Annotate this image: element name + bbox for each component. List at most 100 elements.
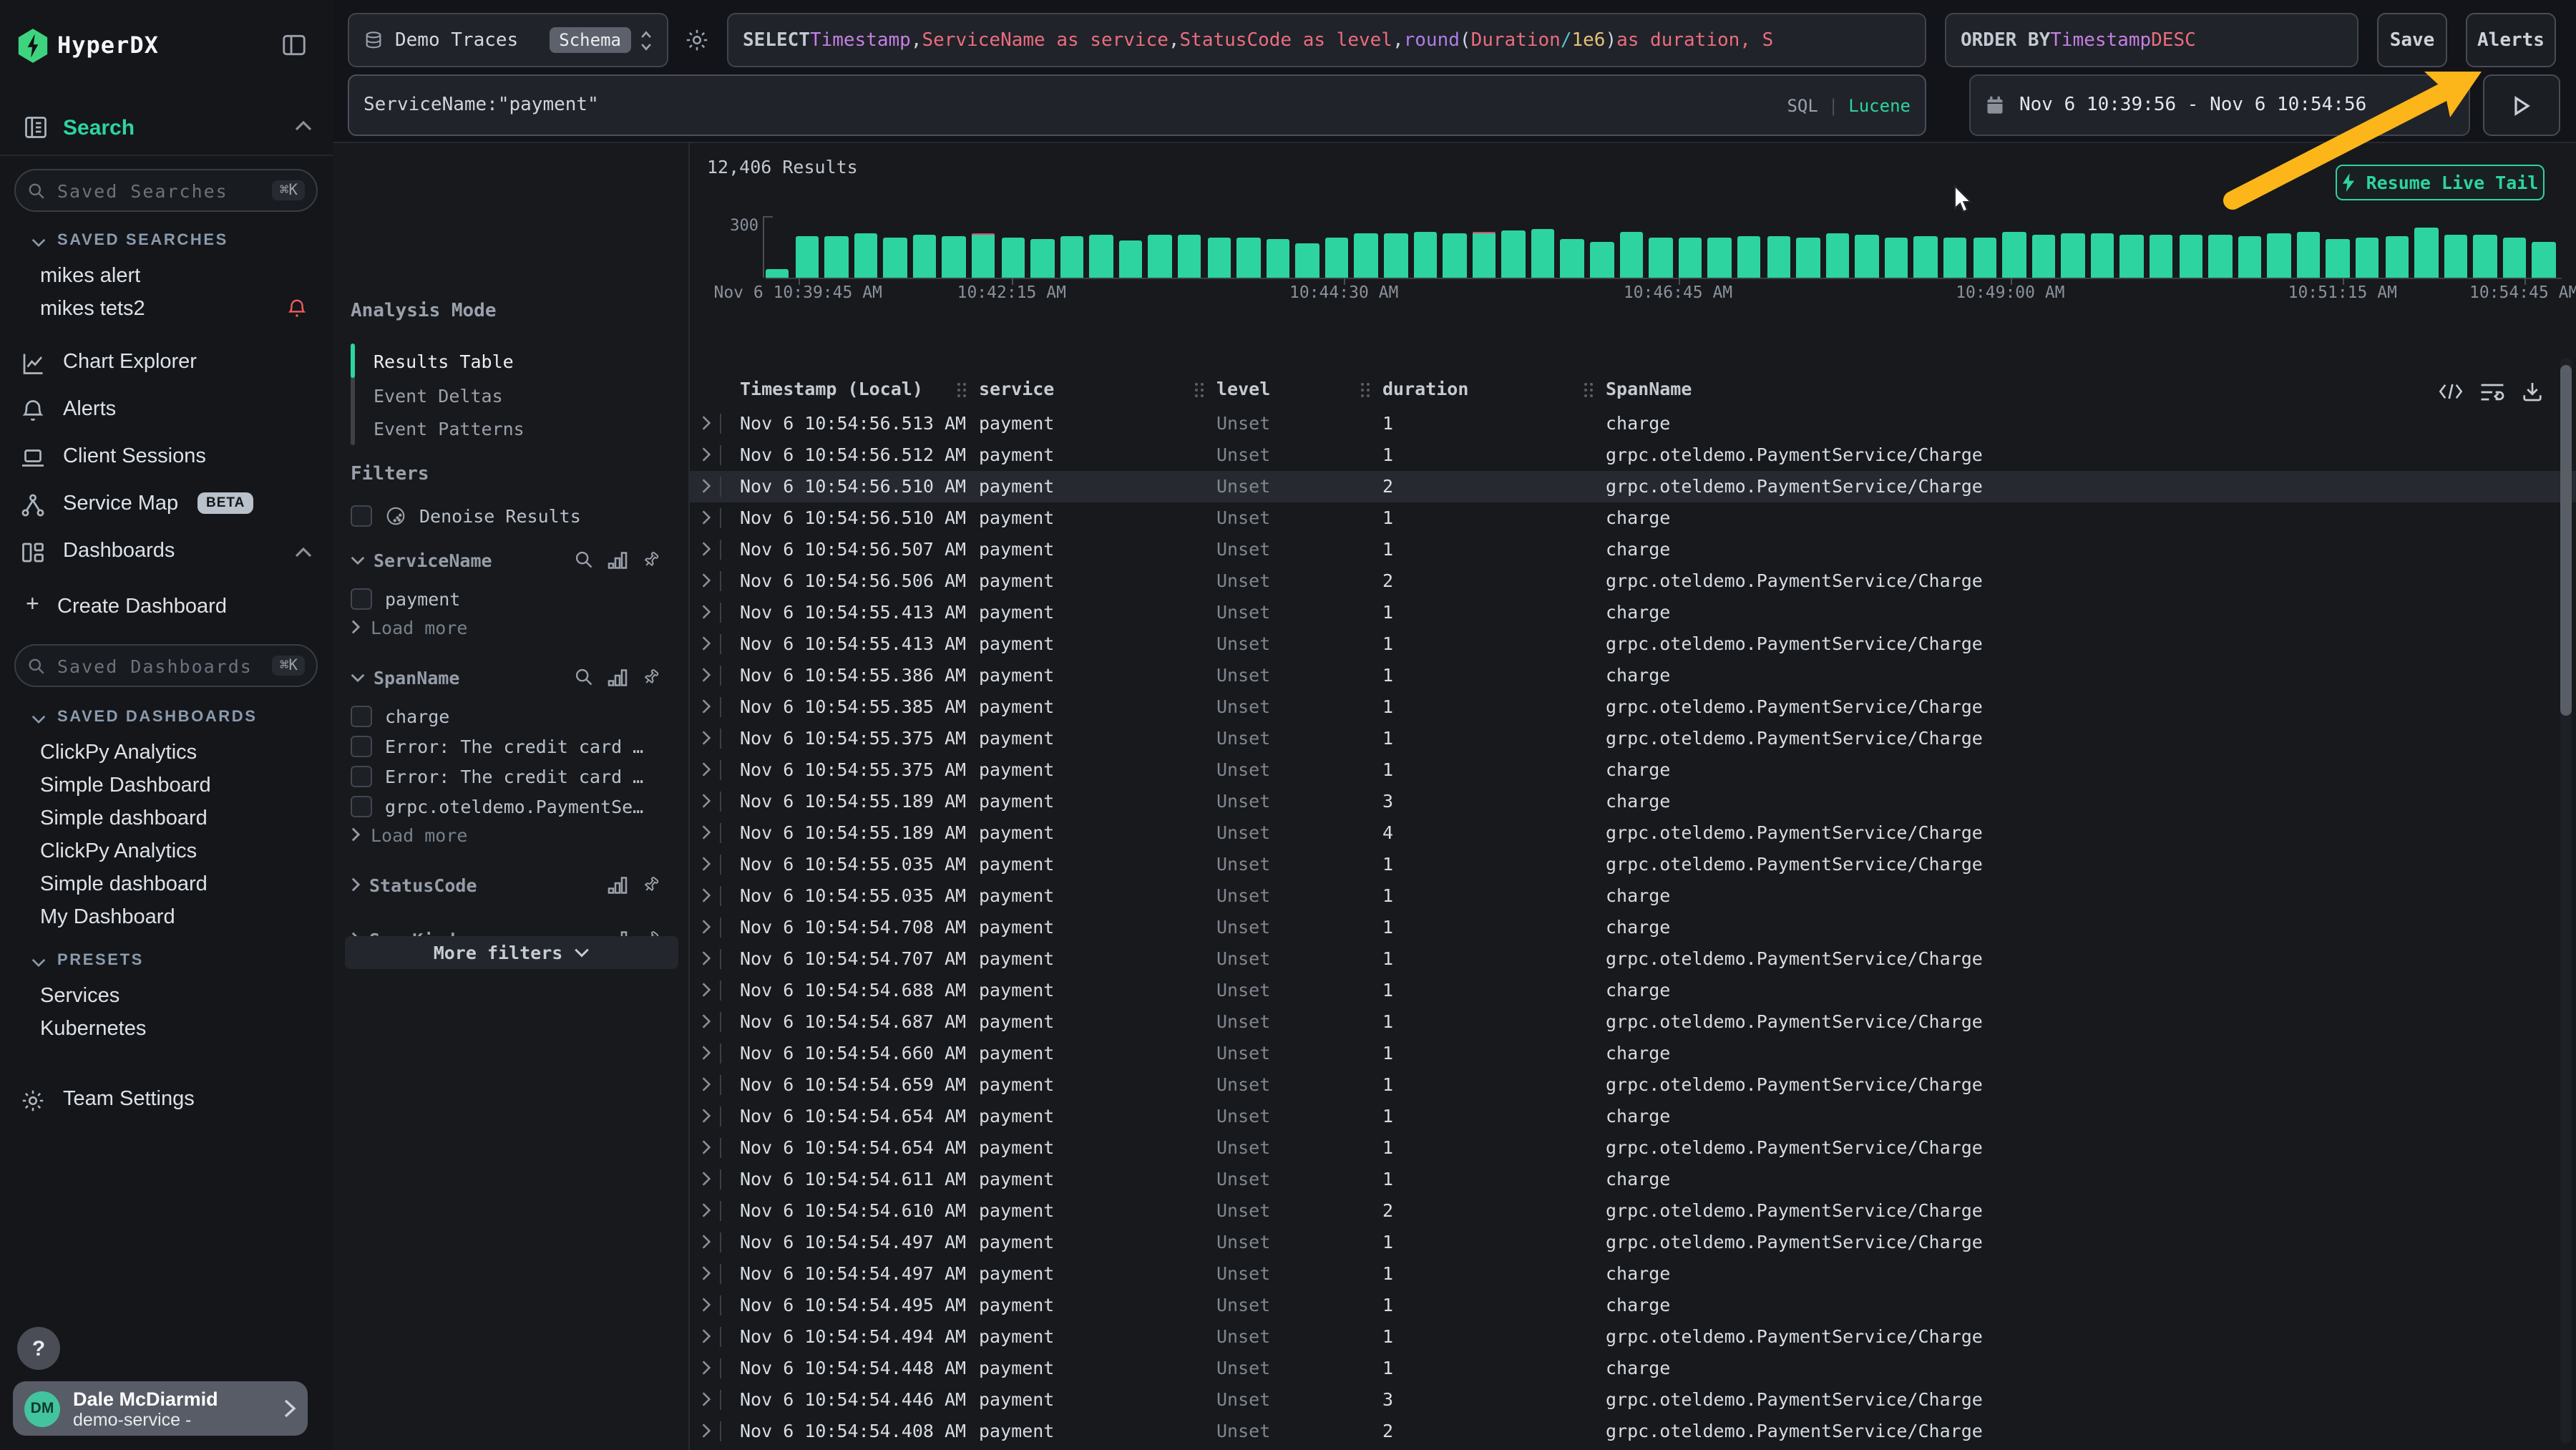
mode-event-patterns[interactable]: Event Patterns [374, 414, 525, 442]
expand-row-icon[interactable] [701, 1328, 711, 1344]
histogram-bar[interactable] [1296, 243, 1319, 278]
save-button[interactable]: Save [2377, 13, 2447, 67]
histogram-bar[interactable] [2091, 233, 2114, 278]
histogram-bar[interactable] [1561, 240, 1584, 278]
histogram-bar[interactable] [1767, 237, 1790, 278]
histogram-bar[interactable] [1355, 233, 1378, 278]
expand-row-icon[interactable] [701, 950, 711, 966]
filter-checkbox[interactable] [351, 796, 372, 817]
filter-value-row[interactable]: grpc.oteldemo.PaymentSe… [351, 792, 673, 822]
table-row[interactable]: Nov 6 10:54:55.035 AMpaymentUnset1charge [690, 880, 2576, 912]
histogram-bar[interactable] [1885, 237, 1908, 278]
denoise-checkbox[interactable] [351, 505, 372, 527]
histogram-bar[interactable] [1001, 238, 1025, 278]
saved-dashboard-item[interactable]: My Dashboard [0, 900, 333, 933]
presets-section[interactable]: PRESETS [0, 949, 333, 975]
bar-chart-icon[interactable] [607, 550, 628, 569]
saved-dashboard-item[interactable]: ClickPy Analytics [0, 835, 333, 867]
help-button[interactable]: ? [17, 1327, 60, 1370]
expand-row-icon[interactable] [701, 1234, 711, 1250]
table-row[interactable]: Nov 6 10:54:55.035 AMpaymentUnset1grpc.o… [690, 849, 2576, 880]
histogram-bar[interactable] [1502, 230, 1526, 278]
histogram-bar[interactable] [1148, 235, 1172, 278]
histogram-bar[interactable] [2503, 238, 2527, 278]
sidebar-item-client-sessions[interactable]: Client Sessions [0, 439, 333, 477]
histogram-bar[interactable] [1119, 240, 1143, 278]
expand-row-icon[interactable] [701, 636, 711, 651]
mode-lucene-toggle[interactable]: Lucene [1848, 95, 1911, 115]
load-more-button[interactable]: Load more [351, 822, 467, 847]
histogram-bar[interactable] [2414, 228, 2438, 278]
table-row[interactable]: Nov 6 10:54:54.448 AMpaymentUnset1charge [690, 1353, 2576, 1384]
histogram-bar[interactable] [1679, 238, 1702, 278]
filter-checkbox[interactable] [351, 736, 372, 757]
denoise-results-row[interactable]: Denoise Results [351, 501, 673, 531]
histogram-bar[interactable] [2297, 233, 2321, 278]
histogram-bar[interactable] [2532, 241, 2556, 278]
histogram-bar[interactable] [1207, 237, 1231, 278]
create-dashboard-button[interactable]: + Create Dashboard [0, 590, 333, 624]
table-row[interactable]: Nov 6 10:54:55.386 AMpaymentUnset1charge [690, 660, 2576, 691]
table-row[interactable]: Nov 6 10:54:55.413 AMpaymentUnset1charge [690, 597, 2576, 628]
search-query-input[interactable]: ServiceName:"payment" SQL | Lucene [348, 74, 1926, 136]
saved-search-item[interactable]: mikes tets2 [0, 292, 333, 325]
table-row[interactable]: Nov 6 10:54:54.659 AMpaymentUnset1grpc.o… [690, 1069, 2576, 1101]
saved-dashboards-section[interactable]: SAVED DASHBOARDS [0, 706, 333, 731]
results-histogram[interactable] [766, 206, 2562, 278]
expand-row-icon[interactable] [701, 1171, 711, 1187]
table-row[interactable]: Nov 6 10:54:54.660 AMpaymentUnset1charge [690, 1038, 2576, 1069]
histogram-bar[interactable] [766, 270, 789, 278]
table-row[interactable]: Nov 6 10:54:54.654 AMpaymentUnset1charge [690, 1101, 2576, 1132]
histogram-bar[interactable] [2150, 235, 2173, 278]
table-row[interactable]: Nov 6 10:54:54.611 AMpaymentUnset1charge [690, 1164, 2576, 1195]
expand-row-icon[interactable] [701, 1045, 711, 1061]
table-row[interactable]: Nov 6 10:54:54.688 AMpaymentUnset1charge [690, 975, 2576, 1006]
mode-results-table[interactable]: Results Table [374, 346, 514, 375]
filter-checkbox[interactable] [351, 706, 372, 727]
order-by-input[interactable]: ORDER BY Timestamp DESC [1945, 13, 2358, 67]
mode-sql-toggle[interactable]: SQL [1787, 95, 1818, 115]
table-row[interactable]: Nov 6 10:54:54.687 AMpaymentUnset1grpc.o… [690, 1006, 2576, 1038]
histogram-bar[interactable] [1236, 238, 1260, 278]
expand-row-icon[interactable] [701, 1265, 711, 1281]
date-range-picker[interactable]: Nov 6 10:39:56 - Nov 6 10:54:56 [1969, 74, 2470, 136]
expand-row-icon[interactable] [701, 1360, 711, 1376]
histogram-bar[interactable] [2474, 234, 2497, 278]
histogram-bar[interactable] [1267, 238, 1290, 278]
table-row[interactable]: Nov 6 10:54:55.375 AMpaymentUnset1charge [690, 754, 2576, 786]
search-icon[interactable] [574, 550, 594, 570]
histogram-bar[interactable] [2444, 235, 2467, 278]
table-row[interactable]: Nov 6 10:54:54.408 AMpaymentUnset2grpc.o… [690, 1416, 2576, 1447]
table-row[interactable]: Nov 6 10:54:56.507 AMpaymentUnset1charge [690, 534, 2576, 565]
resume-live-tail-button[interactable]: Resume Live Tail [2336, 165, 2545, 200]
histogram-bar[interactable] [1708, 238, 1732, 278]
histogram-bar[interactable] [1619, 231, 1643, 278]
histogram-bar[interactable] [913, 234, 937, 278]
histogram-bar[interactable] [1825, 234, 1849, 278]
table-row[interactable]: Nov 6 10:54:56.512 AMpaymentUnset1grpc.o… [690, 439, 2576, 471]
mode-event-deltas[interactable]: Event Deltas [374, 381, 503, 409]
histogram-bar[interactable] [1384, 234, 1407, 278]
sidebar-item-dashboards[interactable]: Dashboards [0, 534, 333, 571]
expand-row-icon[interactable] [701, 573, 711, 588]
table-row[interactable]: Nov 6 10:54:54.707 AMpaymentUnset1grpc.o… [690, 943, 2576, 975]
expand-row-icon[interactable] [701, 699, 711, 714]
histogram-bar[interactable] [2238, 236, 2261, 278]
saved-searches-section[interactable]: SAVED SEARCHES [0, 229, 333, 255]
expand-row-icon[interactable] [701, 541, 711, 557]
expand-row-icon[interactable] [701, 887, 711, 903]
histogram-bar[interactable] [824, 236, 848, 278]
filter-group-StatusCode[interactable]: StatusCode [333, 869, 690, 900]
expand-row-icon[interactable] [701, 510, 711, 525]
expand-row-icon[interactable] [701, 762, 711, 777]
expand-row-icon[interactable] [701, 1013, 711, 1029]
saved-dashboard-item[interactable]: ClickPy Analytics [0, 736, 333, 769]
table-row[interactable]: Nov 6 10:54:54.494 AMpaymentUnset1grpc.o… [690, 1321, 2576, 1353]
expand-row-icon[interactable] [701, 919, 711, 935]
histogram-bar[interactable] [2208, 235, 2232, 278]
histogram-bar[interactable] [1443, 233, 1466, 278]
histogram-bar[interactable] [1796, 238, 1820, 278]
saved-dashboards-input[interactable]: Saved Dashboards ⌘K [14, 644, 318, 687]
expand-row-icon[interactable] [701, 1076, 711, 1092]
expand-row-icon[interactable] [701, 604, 711, 620]
